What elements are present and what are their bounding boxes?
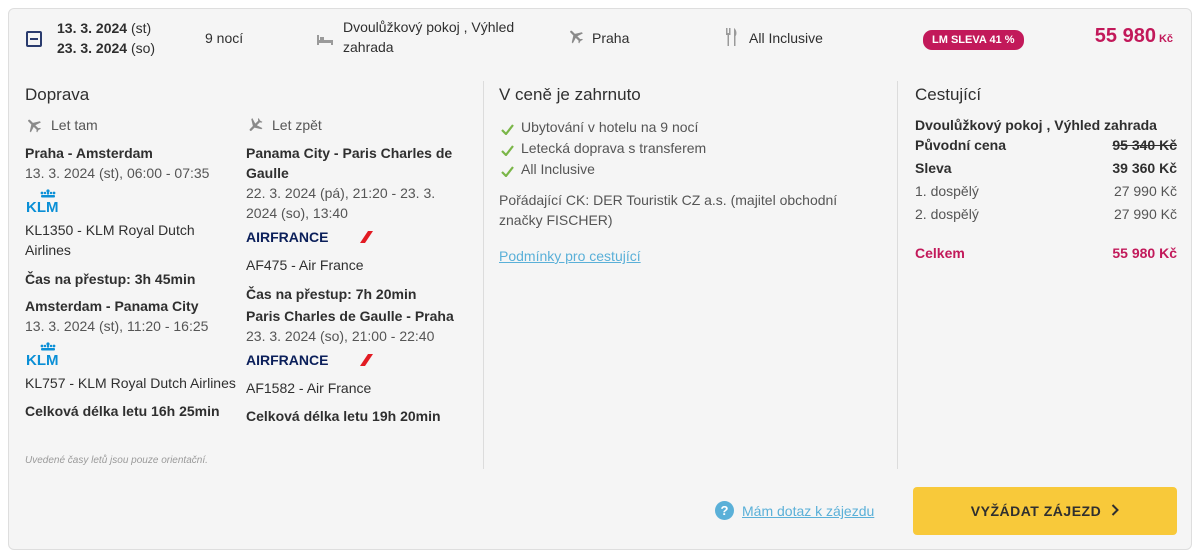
adult-2-value: 27 990 Kč	[1113, 206, 1177, 222]
list-item: Ubytování v hotelu na 9 nocí	[499, 117, 879, 138]
outbound-leg2-route: Amsterdam - Panama City	[25, 298, 199, 314]
airfrance-logo-icon: AIRFRANCE	[246, 352, 464, 372]
outbound-total: Celková délka letu 16h 25min	[25, 403, 220, 419]
included-list: Ubytování v hotelu na 9 nocí Letecká dop…	[499, 117, 879, 180]
outbound-leg1-time: 13. 3. 2024 (st), 06:00 - 07:35	[25, 165, 210, 181]
day-from: (st)	[130, 20, 152, 36]
offer-card: 13. 3. 2024 (st) 23. 3. 2024 (so) 9 nocí…	[8, 8, 1192, 550]
return-leg1-route: Panama City - Paris Charles de Gaulle	[246, 145, 453, 181]
transport-title: Doprava	[25, 85, 90, 104]
travelers-room: Dvoulůžkový pokoj , Výhled zahrada	[915, 117, 1157, 133]
collapse-toggle-icon[interactable]	[26, 31, 42, 47]
column-divider	[483, 81, 484, 469]
original-price-value: 95 340 Kč	[1112, 137, 1177, 153]
included-section: V ceně je zahrnuto Ubytování v hotelu na…	[499, 85, 879, 266]
original-price-label: Původní cena	[915, 137, 1007, 153]
klm-logo-text: KLM	[26, 199, 59, 213]
plane-icon	[25, 116, 43, 139]
request-trip-label: VYŽÁDAT ZÁJEZD	[970, 503, 1102, 519]
plane-icon	[246, 116, 264, 139]
traveler-conditions-link[interactable]: Podmínky pro cestující	[499, 246, 641, 266]
departure-city-label: Praha	[592, 30, 630, 46]
adult-1-label: 1. dospělý	[915, 183, 979, 199]
total-value: 55 980 Kč	[1112, 245, 1177, 261]
outbound-leg2-flight: KL757 - KLM Royal Dutch Airlines	[25, 375, 236, 391]
outbound-header: Let tam	[25, 115, 243, 137]
help-icon: ?	[715, 501, 734, 520]
return-label: Let zpět	[272, 117, 322, 133]
price-row-total: Celkem 55 980 Kč	[915, 243, 1177, 266]
offer-summary-row[interactable]: 13. 3. 2024 (st) 23. 3. 2024 (so) 9 nocí…	[9, 9, 1191, 69]
question-link-label[interactable]: Mám dotaz k zájezdu	[742, 501, 874, 521]
outbound-transfer: Čas na přestup: 3h 45min	[25, 271, 196, 287]
return-leg2-route: Paris Charles de Gaulle - Praha	[246, 308, 454, 324]
outbound-leg1-flight: KL1350 - KLM Royal Dutch Airlines	[25, 222, 195, 258]
tour-organizer: Pořádající CK: DER Touristik CZ a.s. (ma…	[499, 192, 838, 228]
adult-2-label: 2. dospělý	[915, 206, 979, 222]
adult-1-value: 27 990 Kč	[1113, 183, 1177, 199]
list-item: Letecká doprava s transferem	[499, 138, 879, 159]
return-header: Let zpět	[246, 115, 464, 137]
travelers-title: Cestující	[915, 85, 982, 104]
header-price-value: 55 980	[1094, 25, 1156, 47]
price-row-discount: Sleva 39 360 Kč	[915, 158, 1177, 181]
list-item: All Inclusive	[499, 159, 879, 180]
return-transfer: Čas na přestup: 7h 20min	[246, 286, 417, 302]
included-item-label: Letecká doprava s transferem	[521, 140, 707, 156]
airfrance-logo-text: AIRFRANCE	[246, 230, 328, 244]
price-row-original: Původní cena 95 340 Kč	[915, 135, 1177, 158]
outbound-label: Let tam	[51, 117, 98, 133]
return-leg1-flight: AF475 - Air France	[246, 257, 364, 273]
return-flights: Let zpět Panama City - Paris Charles de …	[246, 115, 464, 426]
date-from: 13. 3. 2024	[57, 20, 128, 36]
discount-label: Sleva	[915, 160, 952, 176]
included-item-label: Ubytování v hotelu na 9 nocí	[521, 119, 699, 135]
discount-badge: LM SLEVA 41 %	[923, 30, 1024, 50]
outbound-leg2-time: 13. 3. 2024 (st), 11:20 - 16:25	[25, 318, 209, 334]
included-title: V ceně je zahrnuto	[499, 85, 641, 104]
day-to: (so)	[130, 40, 156, 56]
price-row-adult-2: 2. dospělý 27 990 Kč	[915, 204, 1177, 227]
return-leg2-flight: AF1582 - Air France	[246, 380, 372, 396]
chevron-right-icon	[1111, 487, 1120, 535]
plane-icon	[567, 27, 585, 48]
cutlery-icon	[725, 28, 739, 49]
check-icon	[501, 141, 514, 161]
transport-section: Doprava Let tam Praha - Amsterdam 13. 3.…	[25, 85, 454, 424]
airfrance-logo-icon: AIRFRANCE	[246, 229, 464, 249]
klm-logo-text: KLM	[26, 352, 59, 366]
price-row-adult-1: 1. dospělý 27 990 Kč	[915, 181, 1177, 204]
bed-icon	[317, 30, 333, 50]
trip-dates: 13. 3. 2024 (st) 23. 3. 2024 (so)	[57, 18, 155, 58]
klm-logo-icon: KLM	[25, 342, 243, 371]
nights-count: 9 nocí	[205, 30, 244, 46]
outbound-flights: Let tam Praha - Amsterdam 13. 3. 2024 (s…	[25, 115, 243, 421]
return-leg2-time: 23. 3. 2024 (so), 21:00 - 22:40	[246, 328, 435, 344]
header-price: 55 980 Kč	[1095, 25, 1173, 48]
return-leg1-time: 22. 3. 2024 (pá), 21:20 - 23. 3. 2024 (s…	[246, 185, 436, 221]
return-total: Celková délka letu 19h 20min	[246, 408, 441, 424]
included-item-label: All Inclusive	[521, 161, 595, 177]
airfrance-logo-text: AIRFRANCE	[246, 353, 328, 367]
request-trip-button[interactable]: VYŽÁDAT ZÁJEZD	[913, 487, 1177, 535]
total-label: Celkem	[915, 245, 965, 261]
column-divider	[897, 81, 898, 469]
check-icon	[501, 120, 514, 140]
travelers-section: Cestující Dvoulůžkový pokoj , Výhled zah…	[915, 85, 1177, 266]
klm-logo-icon: KLM	[25, 189, 243, 218]
flight-times-note: Uvedené časy letů jsou pouze orientační.	[25, 455, 208, 466]
outbound-leg1-route: Praha - Amsterdam	[25, 145, 153, 161]
room-type-label: Dvoulůžkový pokoj , Výhled zahrada	[343, 19, 515, 55]
board-type-label: All Inclusive	[749, 30, 823, 46]
date-to: 23. 3. 2024	[57, 40, 128, 56]
header-price-currency: Kč	[1158, 33, 1173, 45]
check-icon	[501, 162, 514, 182]
discount-value: 39 360 Kč	[1112, 160, 1177, 176]
